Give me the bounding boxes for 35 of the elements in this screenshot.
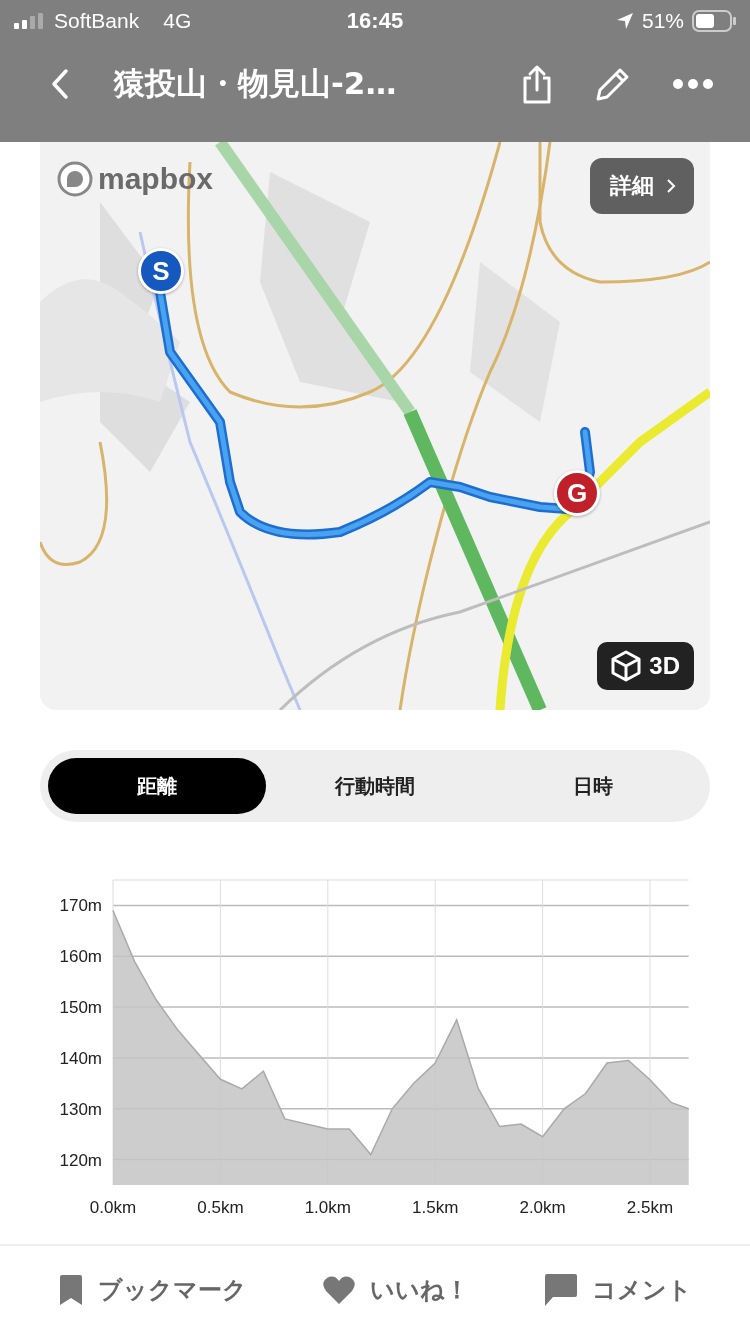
location-arrow-icon: [615, 12, 634, 30]
route-title: 猿投山・物見山-2…: [114, 64, 398, 103]
battery-percent: 51%: [641, 9, 684, 33]
bookmark-icon: [57, 1274, 84, 1306]
network-label: 4G: [163, 9, 192, 33]
battery-icon: [692, 10, 736, 32]
clock-time: 16:45: [346, 8, 404, 34]
signal-icon: [14, 13, 46, 29]
y-axis-label: 120m: [59, 1150, 102, 1170]
detail-button[interactable]: 詳細: [590, 158, 694, 214]
y-axis-label: 170m: [59, 896, 102, 916]
carrier-label: SoftBank: [54, 9, 140, 33]
y-axis-label: 160m: [59, 947, 102, 967]
speech-bubble-icon: [544, 1273, 579, 1307]
3d-view-button[interactable]: 3D: [597, 642, 694, 690]
segment-tab[interactable]: 日時: [484, 758, 702, 814]
comment-button[interactable]: コメント: [538, 1272, 699, 1308]
heart-icon: [322, 1275, 356, 1305]
cube-icon: [611, 650, 642, 682]
chevron-icon: [666, 178, 676, 194]
bookmark-button[interactable]: ブックマーク: [51, 1273, 253, 1307]
more-icon[interactable]: [672, 78, 714, 90]
x-axis-label: 0.0km: [89, 1198, 137, 1217]
like-button[interactable]: いいね！: [316, 1273, 475, 1307]
x-axis-label: 1.0km: [304, 1198, 351, 1217]
x-axis-label: 1.5km: [412, 1198, 459, 1217]
x-axis-label: 2.0km: [519, 1198, 566, 1217]
segment-tab[interactable]: 行動時間: [266, 758, 484, 814]
back-icon[interactable]: [50, 68, 70, 100]
x-axis-label: 0.5km: [197, 1198, 244, 1217]
y-axis-label: 130m: [59, 1099, 102, 1119]
y-axis-label: 150m: [59, 998, 102, 1018]
y-axis-label: 140m: [59, 1048, 102, 1068]
segment-tab[interactable]: 距離: [48, 758, 266, 814]
x-axis-label: 2.5km: [626, 1198, 674, 1217]
